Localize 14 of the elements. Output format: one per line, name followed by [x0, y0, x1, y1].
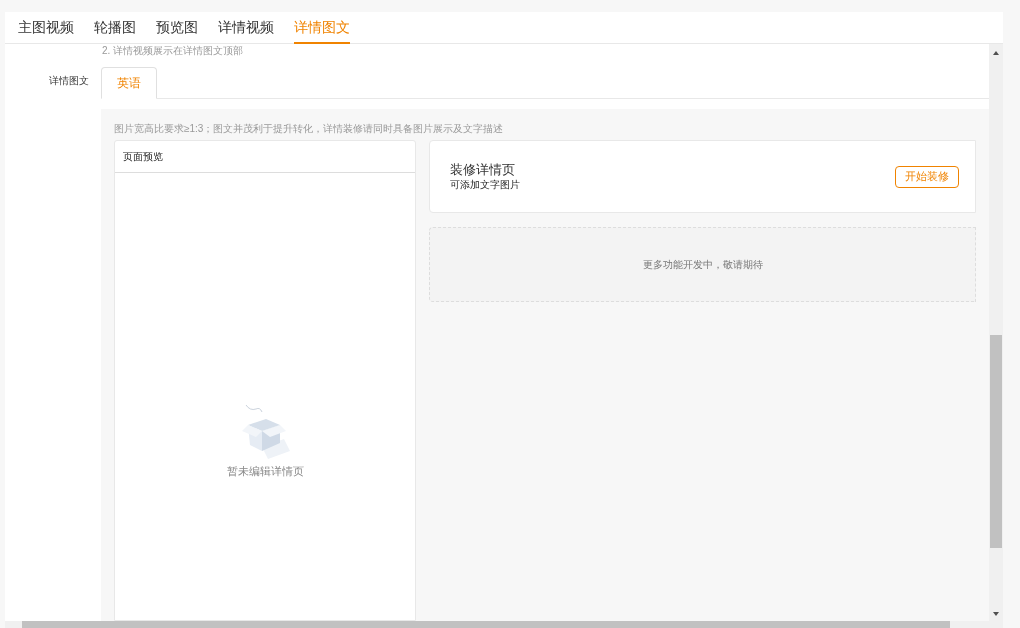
tab[interactable]: 轮播图	[94, 12, 136, 44]
decorate-subtitle: 可添加文字图片	[450, 178, 521, 192]
decorate-title: 装修详情页	[450, 161, 516, 178]
scrollbar-thumb[interactable]	[990, 335, 1002, 548]
tab[interactable]: 预览图	[156, 12, 198, 44]
vertical-scrollbar[interactable]	[989, 44, 1003, 621]
tab[interactable]: 详情视频	[218, 12, 274, 44]
empty-text: 暂未编辑详情页	[226, 464, 304, 479]
preview-title: 页面预览	[123, 150, 163, 164]
coming-soon-text: 更多功能开发中，敬请期待	[642, 258, 763, 272]
note-text: 2. 详情视频展示在详情图文顶部	[102, 44, 245, 57]
field-label: 详情图文	[49, 74, 89, 88]
hint-text: 图片宽高比要求≥1:3；图文并茂利于提升转化，详情装修请同时具备图片展示及文字描述	[114, 123, 505, 135]
tab[interactable]: 主图视频	[18, 12, 74, 44]
